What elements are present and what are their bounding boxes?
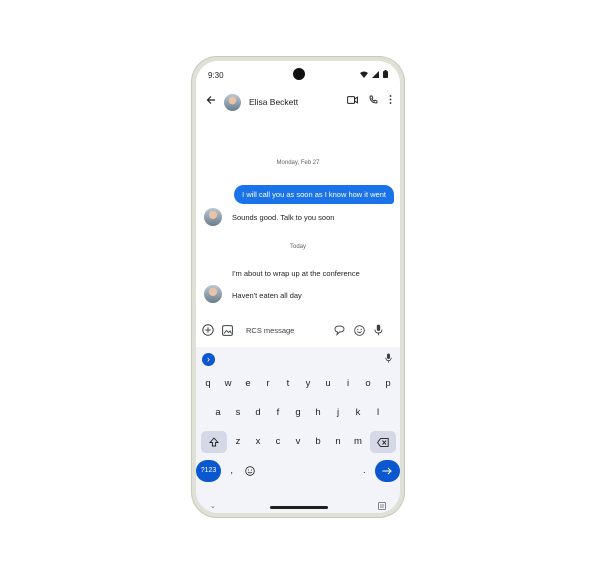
wifi-icon — [360, 71, 368, 78]
key[interactable]: n — [330, 431, 347, 453]
key[interactable]: a — [210, 402, 227, 424]
key[interactable]: c — [270, 431, 287, 453]
message-in-progress[interactable]: I'm about to wrap up at the conference — [232, 269, 360, 278]
on-screen-keyboard: › q w e r t y u i o p a s d f g h j k l … — [196, 347, 400, 513]
phone-icon[interactable] — [369, 95, 378, 104]
status-time: 9:30 — [208, 71, 224, 80]
space-bar[interactable] — [261, 460, 354, 482]
key[interactable]: v — [290, 431, 307, 453]
key[interactable]: r — [260, 373, 277, 395]
key[interactable]: m — [350, 431, 367, 453]
key[interactable]: p — [380, 373, 397, 395]
key[interactable]: k — [350, 402, 367, 424]
battery-icon — [383, 70, 388, 78]
keyboard-toolbar: › — [202, 353, 392, 367]
comma-key[interactable]: , — [224, 460, 239, 482]
key[interactable]: l — [370, 402, 387, 424]
key[interactable]: h — [310, 402, 327, 424]
date-divider: Today — [289, 244, 306, 250]
keyboard-mic-icon[interactable] — [385, 353, 392, 363]
contact-avatar-small — [204, 285, 222, 303]
more-vert-icon[interactable] — [389, 95, 392, 104]
key[interactable]: u — [320, 373, 337, 395]
keyboard-switch-icon[interactable] — [378, 502, 386, 510]
backspace-icon[interactable] — [369, 431, 396, 453]
chevron-right-icon[interactable]: › — [202, 353, 215, 366]
key[interactable]: x — [250, 431, 267, 453]
key[interactable]: g — [290, 402, 307, 424]
video-call-icon[interactable] — [347, 95, 358, 104]
mic-icon[interactable] — [374, 324, 394, 336]
phone-screen: 9:30 Elisa Beckett Monday, Feb 27 I will… — [196, 61, 400, 513]
add-circle-icon[interactable] — [202, 324, 222, 336]
key[interactable]: e — [240, 373, 257, 395]
key[interactable]: i — [340, 373, 357, 395]
key[interactable]: f — [270, 402, 287, 424]
period-key[interactable]: . — [357, 460, 372, 482]
incoming-message[interactable]: Sounds good. Talk to you soon — [232, 213, 334, 222]
rcs-icon[interactable] — [334, 325, 354, 336]
key[interactable]: b — [310, 431, 327, 453]
keyboard-row-4: ?123 , . — [196, 460, 400, 482]
navigation-handle[interactable] — [270, 506, 328, 509]
front-camera — [293, 68, 305, 80]
keyboard-row-1: q w e r t y u i o p — [196, 373, 400, 395]
outgoing-message[interactable]: I will call you as soon as I know how it… — [234, 185, 394, 204]
conversation-app-bar: Elisa Beckett — [196, 89, 400, 117]
key[interactable]: z — [230, 431, 247, 453]
date-divider: Monday, Feb 27 — [276, 160, 320, 166]
signal-icon — [372, 70, 379, 78]
shift-icon[interactable] — [200, 431, 227, 453]
app-bar-actions — [347, 95, 392, 104]
contact-avatar[interactable] — [224, 94, 241, 111]
key[interactable]: o — [360, 373, 377, 395]
keyboard-row-3: z x c v b n m — [196, 431, 400, 453]
symbols-key[interactable]: ?123 — [196, 460, 222, 482]
key[interactable]: s — [230, 402, 247, 424]
contact-avatar-small — [204, 208, 222, 226]
key[interactable]: j — [330, 402, 347, 424]
key[interactable]: t — [280, 373, 297, 395]
enter-arrow-icon[interactable] — [374, 460, 400, 482]
key[interactable]: d — [250, 402, 267, 424]
keyboard-row-2: a s d f g h j k l — [196, 402, 400, 424]
status-icons — [360, 70, 388, 78]
gallery-icon[interactable] — [222, 324, 242, 336]
phone-frame: 9:30 Elisa Beckett Monday, Feb 27 I will… — [191, 56, 405, 518]
emoji-key-icon[interactable] — [242, 460, 257, 482]
key[interactable]: y — [300, 373, 317, 395]
incoming-message[interactable]: Haven't eaten all day — [232, 291, 302, 300]
emoji-icon[interactable] — [354, 324, 374, 336]
key[interactable]: q — [200, 373, 217, 395]
key[interactable]: w — [220, 373, 237, 395]
message-input[interactable]: RCS message — [242, 326, 334, 335]
compose-bar: RCS message — [202, 319, 394, 341]
contact-name[interactable]: Elisa Beckett — [249, 97, 298, 107]
hide-keyboard-icon[interactable]: ⌄ — [210, 502, 216, 510]
back-arrow-icon[interactable] — [206, 95, 216, 105]
